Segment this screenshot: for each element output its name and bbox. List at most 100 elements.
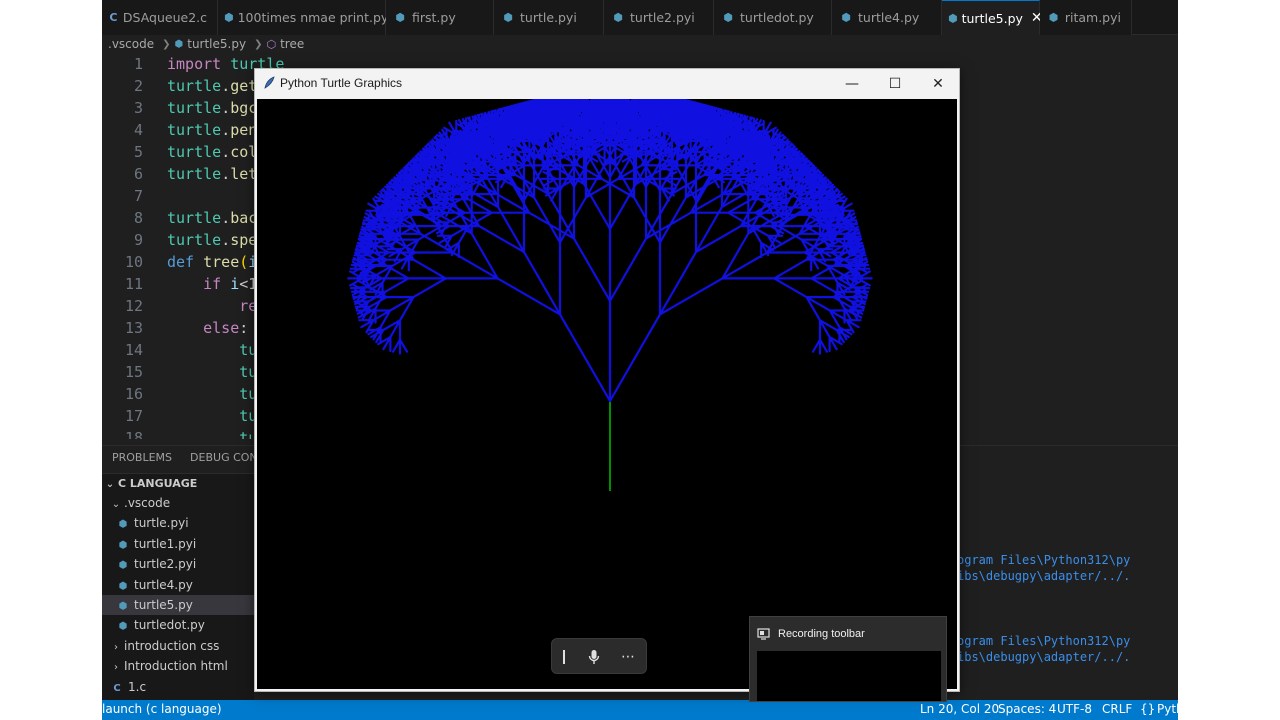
tab-first-py[interactable]: ⬢ first.py [386, 0, 494, 35]
python-file-icon: ⬢ [174, 38, 184, 50]
status-language[interactable]: Pyth [1157, 702, 1178, 716]
braces-icon: {} [1140, 702, 1156, 716]
status-encoding[interactable]: UTF-8 [1057, 702, 1092, 716]
tab-turtle-pyi[interactable]: ⬢ turtle.pyi [494, 0, 604, 35]
explorer-file-turtle5-py[interactable]: ⬢ turtle5.py [102, 594, 254, 616]
explorer-folder-vscode[interactable]: ⌄ .vscode [102, 493, 254, 513]
file-label: turtle4.py [134, 577, 193, 592]
file-label: turtledot.py [134, 618, 205, 633]
recording-toolbar-popup: Recording toolbar [749, 616, 947, 702]
code-token: turtle [167, 99, 222, 117]
tab-100times-nmae-print-py[interactable]: ⬢ 100times nmae print.py [218, 0, 388, 35]
minimize-icon: — [845, 75, 859, 92]
breadcrumb-folder[interactable]: .vscode [108, 37, 154, 51]
chevron-right-icon: › [114, 662, 118, 674]
more-options-button[interactable]: ⋯ [614, 639, 642, 675]
tab-turtle4-py[interactable]: ⬢ turtle4.py [832, 0, 942, 35]
breadcrumb-file[interactable]: turtle5.py [187, 37, 246, 51]
code-token: turtle [167, 165, 222, 183]
code-line: 3 turtle.bgc [102, 97, 257, 119]
code-text: turtle.spe [167, 229, 257, 251]
code-token: i [230, 275, 240, 293]
explorer-file-turtle1-pyi[interactable]: ⬢ turtle1.pyi [102, 534, 254, 554]
status-launch-config[interactable]: launch (c language) [102, 702, 222, 716]
line-number: 8 [133, 209, 143, 227]
file-label: turtle.pyi [134, 516, 189, 531]
close-icon: ✕ [932, 75, 944, 92]
explorer-folder-introduction-css[interactable]: › introduction css [102, 636, 254, 656]
code-line: 5 turtle.col [102, 141, 257, 163]
explorer-file-1c[interactable]: C 1.c [102, 677, 254, 697]
window-titlebar[interactable]: Python Turtle Graphics — ☐ ✕ [255, 69, 959, 98]
tab-dsaqueue2-c[interactable]: C DSAqueue2.c [102, 0, 218, 35]
code-token: else [203, 319, 240, 337]
chevron-right-icon: ❯ [254, 38, 263, 50]
tab-turtle2-pyi[interactable]: ⬢ turtle2.pyi [604, 0, 714, 35]
python-file-icon: ⬢ [224, 11, 234, 24]
python-file-icon: ⬢ [503, 11, 513, 24]
code-token: . [221, 209, 231, 227]
tab-label: DSAqueue2.c [122, 10, 207, 25]
python-file-icon: ⬢ [723, 11, 733, 24]
code-text: tu [167, 339, 257, 361]
code-text: turtle.let [167, 163, 257, 185]
code-token: turtle [167, 231, 222, 249]
minimize-button[interactable]: — [830, 69, 874, 98]
maximize-button[interactable]: ☐ [873, 69, 917, 98]
code-line: 14 tu [102, 339, 257, 361]
explorer-file-turtle-pyi[interactable]: ⬢ turtle.pyi [102, 513, 254, 533]
code-text: turtle.col [167, 141, 257, 163]
explorer-file-turtledot-py[interactable]: ⬢ turtledot.py [102, 615, 254, 635]
drag-handle-icon[interactable] [552, 639, 576, 675]
status-indentation[interactable]: Spaces: 4 [998, 702, 1056, 716]
python-file-icon: ⬢ [948, 11, 958, 25]
line-number: 1 [133, 55, 143, 73]
terminal-line: ibs\debugpy\adapter/../. [957, 569, 1131, 583]
tab-label: first.py [412, 10, 456, 25]
terminal-line: ogram Files\Python312\py [957, 634, 1131, 648]
tab-turtle5-py[interactable]: ⬢ turtle5.py ✕ [942, 0, 1043, 35]
code-text: def tree(i [167, 251, 257, 273]
status-cursor-position[interactable]: Ln 20, Col 20 [920, 702, 999, 716]
code-token: . [221, 143, 231, 161]
chevron-right-icon: › [114, 641, 118, 653]
explorer-file-turtle4-py[interactable]: ⬢ turtle4.py [102, 575, 254, 595]
terminal-output[interactable]: ogram Files\Python312\py ibs\debugpy\adap… [954, 473, 1178, 701]
recording-toolbar: ⋯ [551, 638, 647, 674]
code-token: . [221, 165, 231, 183]
symbol-method-icon: ⬡ [266, 37, 277, 51]
close-button[interactable]: ✕ [916, 69, 960, 98]
tab-label: turtle4.py [858, 10, 920, 25]
tab-label: turtle.pyi [520, 10, 577, 25]
maximize-icon: ☐ [888, 75, 902, 92]
explorer-folder-introduction-html[interactable]: › Introduction html [102, 656, 254, 676]
tab-ritam-pyi[interactable]: ⬢ ritam.pyi [1040, 0, 1132, 35]
tree-branches [347, 78, 873, 403]
python-file-icon: ⬢ [613, 11, 623, 24]
explorer-file-turtle2-pyi[interactable]: ⬢ turtle2.pyi [102, 554, 254, 574]
breadcrumb-symbol[interactable]: tree [280, 37, 304, 51]
tab-problems[interactable]: PROBLEMS [112, 451, 172, 464]
file-label: turtle5.py [134, 597, 193, 612]
line-number: 10 [124, 253, 143, 271]
code-text: tu [167, 405, 257, 427]
code-token: turtle [167, 77, 222, 95]
python-file-icon: ⬢ [118, 621, 128, 633]
line-number: 9 [133, 231, 143, 249]
turtle-canvas[interactable] [257, 78, 957, 689]
microphone-button[interactable] [580, 639, 608, 675]
code-token: tree [203, 253, 240, 271]
tab-turtledot-py[interactable]: ⬢ turtledot.py [714, 0, 832, 35]
code-text: tu [167, 361, 257, 383]
code-text: turtle.pen [167, 119, 257, 141]
code-text: tu [167, 427, 257, 439]
explorer-section-header[interactable]: ⌄ C LANGUAGE [102, 473, 254, 493]
status-eol[interactable]: CRLF [1102, 702, 1132, 716]
file-label: turtle2.pyi [134, 557, 197, 572]
line-number: 16 [124, 385, 143, 403]
